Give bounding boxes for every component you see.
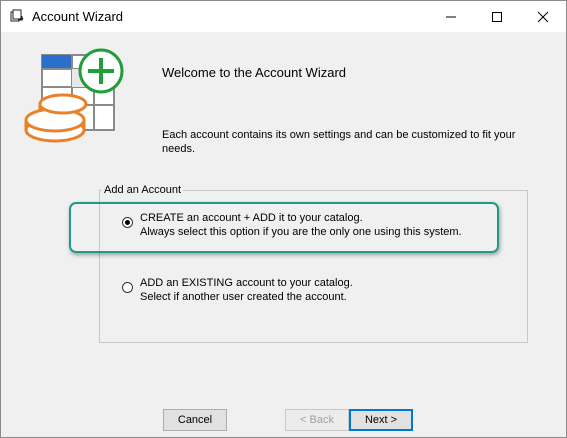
welcome-title: Welcome to the Account Wizard (162, 65, 347, 80)
account-plus-coins-icon (24, 48, 124, 143)
close-icon (537, 11, 549, 22)
wizard-app-icon (10, 9, 24, 22)
maximize-button[interactable] (474, 1, 520, 32)
intro-text: Each account contains its own settings a… (162, 129, 516, 155)
option-existing-text: ADD an EXISTING account to your catalog.… (140, 276, 353, 304)
groupbox-label: Add an Account (102, 184, 184, 197)
option-existing-title: ADD an EXISTING account to your catalog. (140, 277, 353, 289)
radio-existing-account[interactable] (122, 282, 133, 293)
maximize-icon (492, 11, 502, 22)
minimize-icon (446, 16, 456, 17)
option-existing-description: Select if another user created the accou… (140, 291, 347, 303)
option-create-title: CREATE an account + ADD it to your catal… (140, 212, 363, 224)
next-button[interactable]: Next > (349, 409, 413, 431)
cancel-button[interactable]: Cancel (163, 409, 227, 431)
account-wizard-window: Account Wizard Welcome to the Account Wi… (0, 0, 567, 438)
close-button[interactable] (520, 1, 566, 32)
option-create-account[interactable]: CREATE an account + ADD it to your catal… (122, 211, 462, 239)
radio-create-account[interactable] (122, 217, 133, 228)
minimize-button[interactable] (428, 1, 474, 32)
option-create-text: CREATE an account + ADD it to your catal… (140, 211, 462, 239)
option-existing-account[interactable]: ADD an EXISTING account to your catalog.… (122, 276, 353, 304)
back-button[interactable]: < Back (285, 409, 349, 431)
title-bar[interactable]: Account Wizard (1, 1, 566, 32)
window-title: Account Wizard (32, 9, 124, 24)
option-create-description: Always select this option if you are the… (140, 226, 462, 238)
